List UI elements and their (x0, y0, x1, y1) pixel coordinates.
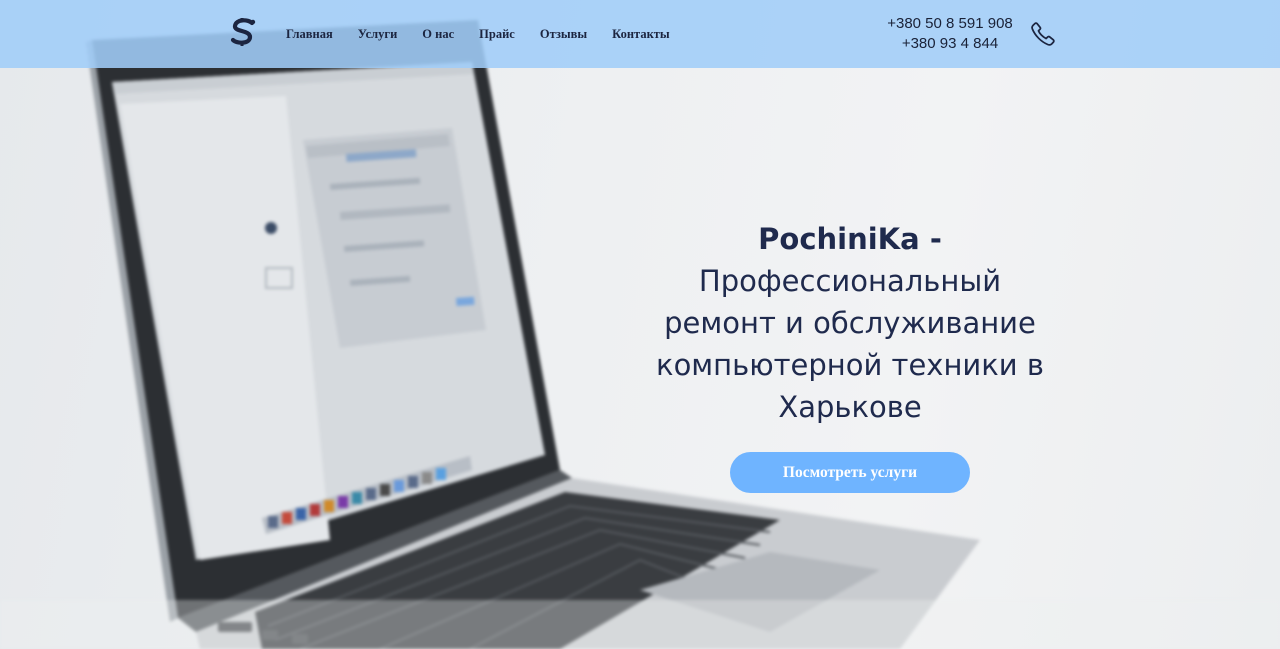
phone-icon[interactable] (1030, 21, 1056, 47)
view-services-button[interactable]: Посмотреть услуги (730, 452, 970, 493)
main-nav: Главная Услуги О нас Прайс Отзывы Контак… (286, 0, 695, 68)
phone-number-2[interactable]: +380 93 4 844 (880, 34, 1020, 54)
hero-line-4: Харькове (778, 390, 922, 424)
nav-item-services[interactable]: Услуги (358, 27, 398, 42)
hero-line-3: компьютерной техники в (656, 348, 1044, 382)
phone-number-1[interactable]: +380 50 8 591 908 (880, 14, 1020, 34)
hero-line-2: ремонт и обслуживание (664, 306, 1036, 340)
hero-heading: PochiniKa - Профессиональный ремонт и об… (640, 218, 1060, 428)
hero-brand: PochiniKa - (758, 222, 942, 256)
nav-item-about[interactable]: О нас (422, 27, 454, 42)
nav-item-prices[interactable]: Прайс (479, 27, 515, 42)
nav-item-reviews[interactable]: Отзывы (540, 27, 587, 42)
phone-numbers: +380 50 8 591 908 +380 93 4 844 (880, 14, 1020, 54)
nav-item-contacts[interactable]: Контакты (612, 27, 670, 42)
hero-line-1: Профессиональный (698, 264, 1002, 298)
nav-item-home[interactable]: Главная (286, 27, 333, 42)
logo-icon[interactable] (228, 16, 258, 48)
site-header: Главная Услуги О нас Прайс Отзывы Контак… (0, 0, 1280, 68)
